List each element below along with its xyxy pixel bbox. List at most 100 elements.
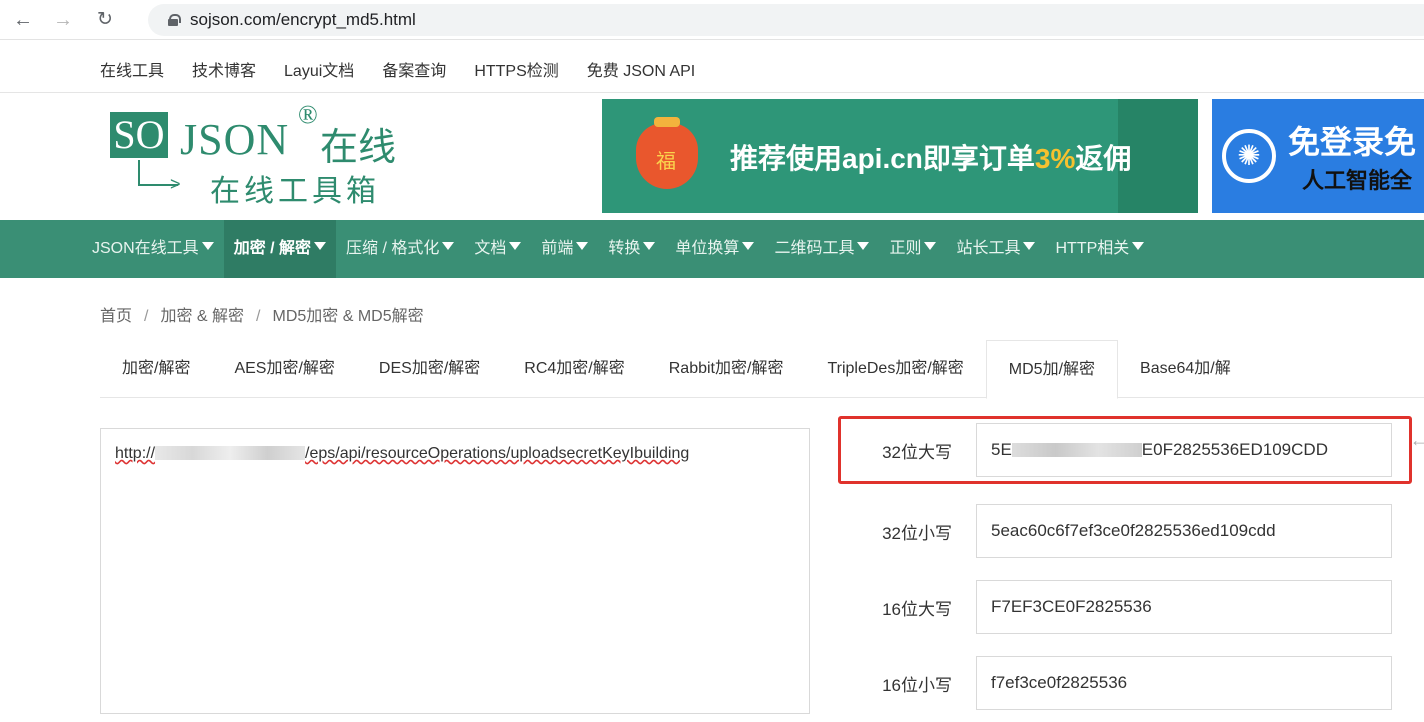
result-label: 16位大写 bbox=[882, 599, 952, 619]
forward-arrow-icon[interactable]: → bbox=[52, 9, 74, 31]
banner2-line1: 免登录免 bbox=[1288, 124, 1417, 160]
nav-label: 文档 bbox=[474, 240, 507, 257]
value-suffix: E0F2825536ED109CDD bbox=[1141, 440, 1328, 459]
result-field-lower16[interactable]: f7ef3ce0f2825536 bbox=[976, 656, 1392, 710]
browser-toolbar: ← → ↻ sojson.com/encrypt_md5.html bbox=[0, 0, 1424, 40]
nav-webmaster[interactable]: 站长工具 bbox=[946, 220, 1045, 278]
caret-down-icon bbox=[857, 242, 870, 250]
tab-encrypt-decrypt[interactable]: 加密/解密 bbox=[100, 340, 212, 398]
tab-base64[interactable]: Base64加/解 bbox=[1118, 340, 1253, 398]
back-arrow-icon[interactable]: ← bbox=[12, 9, 34, 31]
caret-down-icon bbox=[201, 242, 214, 250]
result-label: 32位小写 bbox=[882, 523, 952, 543]
nav-qrcode[interactable]: 二维码工具 bbox=[764, 220, 879, 278]
nav-json-tools[interactable]: JSON在线工具 bbox=[82, 220, 224, 278]
top-link[interactable]: 备案查询 bbox=[382, 57, 446, 81]
redacted-host bbox=[155, 446, 306, 460]
top-link[interactable]: Layui文档 bbox=[284, 57, 354, 81]
banner-text: 推荐使用api.cn即享订单3%返佣 bbox=[730, 137, 1131, 177]
ad-banner-ai[interactable]: ✺ 免登录免 人工智能全 bbox=[1212, 99, 1424, 213]
breadcrumb: 首页 / 加密 & 解密 / MD5加密 & MD5解密 bbox=[100, 302, 424, 326]
logo-arrow-icon: > bbox=[170, 174, 181, 194]
nav-compress[interactable]: 压缩 / 格式化 bbox=[336, 220, 464, 278]
result-field-upper32[interactable]: 5E E0F2825536ED109CDD bbox=[976, 423, 1392, 477]
top-links: 在线工具 技术博客 Layui文档 备案查询 HTTPS检测 免费 JSON A… bbox=[100, 57, 723, 81]
nav-label: 正则 bbox=[889, 240, 922, 257]
ad-banner-api[interactable]: 福 推荐使用api.cn即享订单3%返佣 bbox=[602, 99, 1198, 213]
breadcrumb-separator: / bbox=[256, 308, 261, 325]
caret-down-icon bbox=[1132, 242, 1145, 250]
caret-down-icon bbox=[314, 242, 327, 250]
logo-online: 在线 bbox=[320, 125, 397, 169]
breadcrumb-separator: / bbox=[144, 308, 149, 325]
input-suffix: /eps/api/resourceOperations/uploadsecret… bbox=[305, 445, 690, 462]
side-arrow-icon[interactable]: ← bbox=[1410, 430, 1424, 451]
nav-label: HTTP相关 bbox=[1055, 240, 1130, 257]
caret-down-icon bbox=[576, 242, 589, 250]
divider bbox=[0, 92, 1424, 93]
address-bar[interactable]: sojson.com/encrypt_md5.html bbox=[148, 4, 1424, 36]
nav-label: 二维码工具 bbox=[774, 240, 855, 257]
tab-aes[interactable]: AES加密/解密 bbox=[212, 340, 356, 398]
nav-frontend[interactable]: 前端 bbox=[531, 220, 598, 278]
nav-encrypt[interactable]: 加密 / 解密 bbox=[223, 220, 337, 278]
breadcrumb-current: MD5加密 & MD5解密 bbox=[272, 308, 424, 325]
banner-text-b: 返佣 bbox=[1075, 143, 1132, 174]
result-label: 16位小写 bbox=[882, 675, 952, 695]
source-textarea[interactable]: http:// /eps/api/resourceOperations/uploa… bbox=[100, 428, 810, 714]
breadcrumb-home[interactable]: 首页 bbox=[100, 308, 132, 325]
openai-icon: ✺ bbox=[1222, 129, 1276, 183]
input-prefix: http:// bbox=[115, 445, 156, 462]
reload-icon[interactable]: ↻ bbox=[94, 9, 116, 31]
tool-tabs: 加密/解密 AES加密/解密 DES加密/解密 RC4加密/解密 Rabbit加… bbox=[100, 340, 1424, 399]
nav-convert[interactable]: 转换 bbox=[598, 220, 665, 278]
banner-text-a: 推荐使用api.cn即享订单 bbox=[730, 143, 1035, 174]
tab-md5[interactable]: MD5加/解密 bbox=[985, 340, 1119, 399]
caret-down-icon bbox=[742, 242, 755, 250]
nav-label: JSON在线工具 bbox=[92, 240, 199, 257]
top-link[interactable]: 技术博客 bbox=[192, 57, 256, 81]
lock-icon bbox=[168, 14, 181, 26]
result-row-lower16: 16位小写 f7ef3ce0f2825536 bbox=[850, 656, 1392, 710]
nav-label: 转换 bbox=[608, 240, 641, 257]
caret-down-icon bbox=[442, 242, 455, 250]
result-row-lower32: 32位小写 5eac60c6f7ef3ce0f2825536ed109cdd bbox=[850, 504, 1392, 558]
nav-label: 站长工具 bbox=[956, 240, 1021, 257]
caret-down-icon bbox=[924, 242, 937, 250]
redacted-value bbox=[1011, 443, 1142, 457]
result-row-upper16: 16位大写 F7EF3CE0F2825536 bbox=[850, 580, 1392, 634]
site-logo[interactable]: SO JSON ® 在线 > 在线工具箱 bbox=[110, 100, 410, 209]
banner-text-highlight: 3% bbox=[1034, 143, 1076, 174]
nav-units[interactable]: 单位换算 bbox=[665, 220, 764, 278]
logo-so: SO bbox=[110, 112, 168, 158]
nav-label: 压缩 / 格式化 bbox=[346, 240, 440, 257]
result-row-upper32: 32位大写 5E E0F2825536ED109CDD bbox=[850, 423, 1392, 477]
tab-des[interactable]: DES加密/解密 bbox=[357, 340, 502, 398]
bag-character: 福 bbox=[656, 151, 676, 173]
logo-json: JSON bbox=[180, 115, 290, 164]
result-field-upper16[interactable]: F7EF3CE0F2825536 bbox=[976, 580, 1392, 634]
lucky-bag-icon: 福 bbox=[636, 117, 698, 189]
nav-regex[interactable]: 正则 bbox=[879, 220, 946, 278]
result-field-lower32[interactable]: 5eac60c6f7ef3ce0f2825536ed109cdd bbox=[976, 504, 1392, 558]
nav-label: 加密 / 解密 bbox=[233, 240, 312, 257]
top-link[interactable]: 在线工具 bbox=[100, 57, 164, 81]
main-nav: JSON在线工具 加密 / 解密 压缩 / 格式化 文档 前端 转换 单位换算 … bbox=[0, 220, 1424, 278]
tab-tripledes[interactable]: TripleDes加密/解密 bbox=[805, 340, 985, 398]
nav-docs[interactable]: 文档 bbox=[464, 220, 531, 278]
nav-label: 前端 bbox=[541, 240, 574, 257]
caret-down-icon bbox=[509, 242, 522, 250]
nav-http[interactable]: HTTP相关 bbox=[1045, 220, 1154, 278]
tab-rabbit[interactable]: Rabbit加密/解密 bbox=[647, 340, 806, 398]
logo-registered: ® bbox=[298, 100, 318, 129]
caret-down-icon bbox=[1023, 242, 1036, 250]
value-prefix: 5E bbox=[991, 440, 1012, 459]
top-link[interactable]: 免费 JSON API bbox=[587, 57, 695, 81]
banner2-line2: 人工智能全 bbox=[1302, 168, 1413, 193]
result-label: 32位大写 bbox=[882, 442, 952, 462]
breadcrumb-category[interactable]: 加密 & 解密 bbox=[160, 308, 244, 325]
nav-label: 单位换算 bbox=[675, 240, 740, 257]
tab-rc4[interactable]: RC4加密/解密 bbox=[502, 340, 646, 398]
logo-subtitle: 在线工具箱 bbox=[210, 174, 380, 209]
top-link[interactable]: HTTPS检测 bbox=[474, 57, 558, 81]
